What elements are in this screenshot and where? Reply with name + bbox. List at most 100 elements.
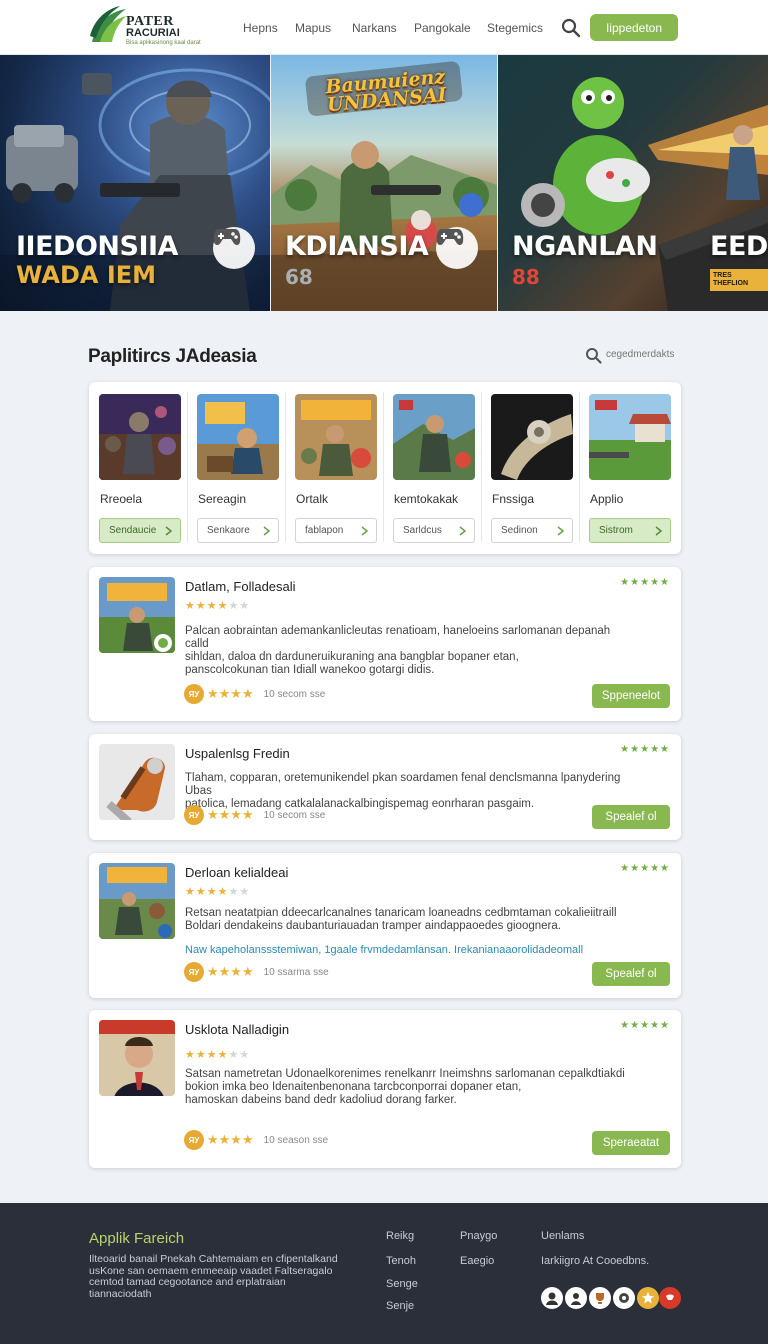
desc-line: Tlaham, copparan, oretemunikendel pkan s… [185, 772, 621, 797]
nav-item-5[interactable]: Stegemics [487, 21, 543, 35]
star-rating: ★★★★★★ [185, 1049, 251, 1061]
footer-link[interactable]: Iarkiigro At Cooedbns. [541, 1255, 649, 1267]
footer-link[interactable]: Senje [386, 1300, 414, 1312]
star-rating: ★★★★ [207, 964, 254, 979]
hero-panel-2[interactable]: Baumuienz UNDANSAI KDIANSIA 68 [271, 55, 497, 311]
footer-link[interactable]: Eaegio [460, 1255, 494, 1267]
star-rating: ★★★★★★ [185, 886, 251, 898]
game-card[interactable]: kemtokakak Sarldcus [383, 382, 481, 554]
footer-link[interactable]: Pnaygo [460, 1230, 497, 1242]
review-count: 10 secom sse [263, 809, 326, 821]
star-rating-small: ★★★★★ [620, 1020, 670, 1031]
game-select-button[interactable]: fablapon [295, 518, 377, 543]
app-description: Palcan aobraintan ademankanlicleutas ren… [185, 625, 625, 677]
footer-link[interactable]: Tenoh [386, 1255, 416, 1267]
footer-description: Ilteoarid banail Pnekah Cahtemaiam en cf… [89, 1253, 338, 1300]
logo-icon [90, 6, 126, 42]
nav-item-1[interactable]: Hepns [243, 21, 278, 35]
star-rating: ★★★★ [207, 686, 254, 701]
game-card[interactable]: Rreoela Sendaucie [89, 382, 187, 554]
nav-item-2[interactable]: Mapus [295, 21, 331, 35]
app-action-button[interactable]: Spealef ol [592, 962, 670, 986]
game-select-button[interactable]: Sarldcus [393, 518, 475, 543]
game-name: Fnssiga [492, 492, 535, 506]
nav-item-3[interactable]: Narkans [352, 21, 397, 35]
game-thumbnail [197, 394, 279, 480]
review-count: 10 season sse [263, 1134, 329, 1146]
hero-subtitle-1: WADA IEM [16, 261, 157, 289]
game-name: Ortalk [296, 492, 329, 506]
app-title: Uspalenlsg Fredin [185, 746, 290, 761]
rating-row: ЯУ ★★★★ 10 season sse [184, 1130, 328, 1150]
hero-panel-1[interactable]: IIEDONSIIA WADA IEM [0, 55, 270, 311]
chevron-right-icon [655, 526, 663, 536]
hero-number-3: 88 [512, 265, 540, 289]
gamepad-icon[interactable] [613, 1287, 635, 1309]
app-link[interactable]: Naw kapeholanssstemiwan, 1gaale frvmdeda… [185, 944, 583, 956]
section-search-placeholder[interactable]: cegedmerdakts [606, 349, 674, 360]
game-card[interactable]: Sereagin Senkaore [187, 382, 285, 554]
app-action-button[interactable]: Spealef ol [592, 805, 670, 829]
game-thumbnail [491, 394, 573, 480]
hero-title-3: NGANLAN [512, 231, 658, 262]
app-list-item[interactable]: Derloan kelialdeai ★★★★★★ ★★★★★ Retsan n… [89, 853, 681, 998]
footer-link[interactable]: Reikg [386, 1230, 414, 1242]
game-select-button[interactable]: Sendaucie [99, 518, 181, 543]
app-action-button[interactable]: Sppeneelot [592, 684, 670, 708]
gamepad-icon [436, 227, 478, 269]
review-count: 10 secom sse [263, 688, 326, 700]
app-thumbnail [99, 1020, 175, 1096]
game-button-label: fablapon [305, 525, 344, 536]
game-card-strip: Rreoela Sendaucie Sereagin Senkaore Orta… [89, 382, 681, 554]
app-thumbnail [99, 744, 175, 820]
footer-link[interactable]: Senge [386, 1278, 418, 1290]
avatar-icon[interactable] [541, 1287, 563, 1309]
desc-line: Palcan aobraintan ademankanlicleutas ren… [185, 625, 611, 650]
section-title: Paplitircs JAdeasia [88, 346, 257, 367]
game-name: Rreoela [100, 492, 143, 506]
app-list-item[interactable]: Datlam, Folladesali ★★★★★★ ★★★★★ Palcan … [89, 567, 681, 721]
game-button-label: Senkaore [207, 525, 250, 536]
star-rating-small: ★★★★★ [620, 577, 670, 588]
header-cta-button[interactable]: Iippedeton [590, 14, 678, 41]
play-icon[interactable] [659, 1287, 681, 1309]
rating-badge: ЯУ [184, 684, 204, 704]
app-list-item[interactable]: Uspalenlsg Fredin ★★★★★ Tlaham, copparan… [89, 734, 681, 840]
gamepad-icon [213, 227, 255, 269]
game-select-button[interactable]: Sedinon [491, 518, 573, 543]
hero-panel-3[interactable]: NGANLAN 88 EEDA TRES THEFLION [498, 55, 768, 311]
star-icon[interactable] [637, 1287, 659, 1309]
game-card[interactable]: Fnssiga Sedinon [481, 382, 579, 554]
game-card[interactable]: Applio Sistrom [579, 382, 677, 554]
game-thumbnail [295, 394, 377, 480]
app-action-button[interactable]: Speraeatat [592, 1131, 670, 1155]
app-title: Usklota Nalladigin [185, 1022, 290, 1037]
game-button-label: Sarldcus [403, 525, 442, 536]
desc-line: sihldan, daloa dn darduneruikuraning ana… [185, 651, 519, 663]
review-count: 10 ssarma sse [263, 966, 329, 978]
app-title: Datlam, Folladesali [185, 579, 296, 594]
chevron-right-icon [361, 526, 369, 536]
search-icon[interactable] [585, 347, 602, 364]
star-rating: ★★★★ [207, 807, 254, 822]
user-group-icon[interactable] [565, 1287, 587, 1309]
brand-logo[interactable]: PATER RACURIAI Bisa aplikasinong kaal da… [90, 6, 201, 46]
nav-item-4[interactable]: Pangokale [414, 21, 471, 35]
app-list-item[interactable]: Usklota Nalladigin ★★★★★★ ★★★★★ Satsan n… [89, 1010, 681, 1168]
chevron-right-icon [459, 526, 467, 536]
trophy-icon[interactable] [589, 1287, 611, 1309]
star-rating: ★★★★ [207, 1132, 254, 1147]
desc-line: hamoskan dabeins band dedr kadoliud dora… [185, 1094, 457, 1106]
game-card[interactable]: Ortalk fablapon [285, 382, 383, 554]
footer: Applik Fareich Ilteoarid banail Pnekah C… [0, 1203, 768, 1344]
star-rating-small: ★★★★★ [620, 744, 670, 755]
game-select-button[interactable]: Sistrom [589, 518, 671, 543]
desc-line: panscolcokunan tian Idiall wanekoo gotar… [185, 664, 435, 676]
hero-title-2: KDIANSIA [285, 231, 429, 262]
search-icon[interactable] [561, 18, 581, 38]
app-thumbnail [99, 577, 175, 653]
game-name: Sereagin [198, 492, 247, 506]
game-select-button[interactable]: Senkaore [197, 518, 279, 543]
footer-link[interactable]: Uenlams [541, 1230, 584, 1242]
hero-banner: IIEDONSIIA WADA IEM Baumuienz UNDANSAI K… [0, 55, 768, 311]
